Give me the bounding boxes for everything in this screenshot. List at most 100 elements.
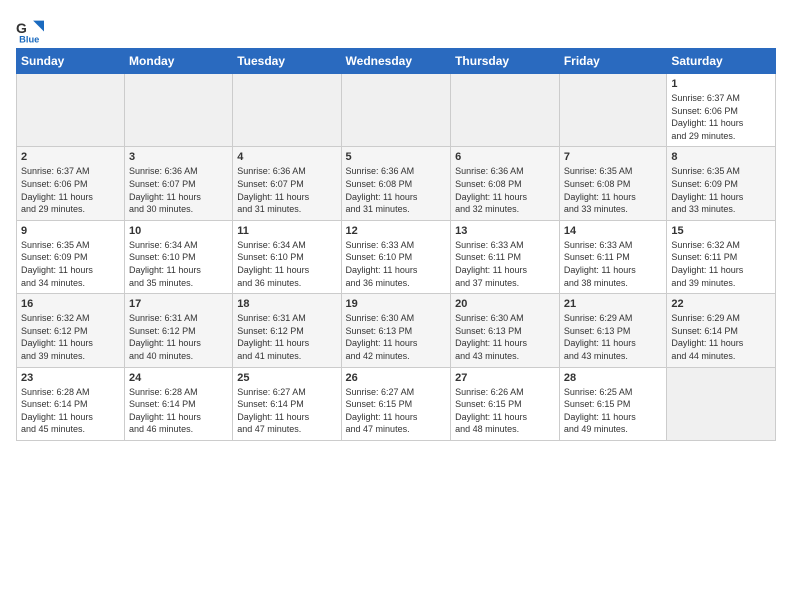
day-info: Sunrise: 6:26 AM Sunset: 6:15 PM Dayligh…	[455, 386, 555, 436]
day-number: 19	[346, 298, 447, 310]
calendar-cell: 28 Sunrise: 6:25 AM Sunset: 6:15 PM Dayli…	[559, 367, 667, 440]
day-info: Sunrise: 6:33 AM Sunset: 6:10 PM Dayligh…	[346, 239, 447, 289]
day-number: 2	[21, 151, 120, 163]
week-row-3: 16 Sunrise: 6:32 AM Sunset: 6:12 PM Dayli…	[17, 294, 776, 367]
day-number: 20	[455, 298, 555, 310]
calendar-cell: 9 Sunrise: 6:35 AM Sunset: 6:09 PM Daylig…	[17, 220, 125, 293]
day-number: 23	[21, 372, 120, 384]
week-row-4: 23 Sunrise: 6:28 AM Sunset: 6:14 PM Dayli…	[17, 367, 776, 440]
calendar-cell: 23 Sunrise: 6:28 AM Sunset: 6:14 PM Dayli…	[17, 367, 125, 440]
weekday-header-wednesday: Wednesday	[341, 49, 451, 74]
day-info: Sunrise: 6:27 AM Sunset: 6:14 PM Dayligh…	[237, 386, 336, 436]
calendar-cell: 22Sunrise: 6:29 AM Sunset: 6:14 PM Dayli…	[667, 294, 776, 367]
calendar-cell: 6 Sunrise: 6:36 AM Sunset: 6:08 PM Daylig…	[451, 147, 560, 220]
calendar-cell	[451, 74, 560, 147]
day-info: Sunrise: 6:31 AM Sunset: 6:12 PM Dayligh…	[237, 312, 336, 362]
day-number: 1	[671, 78, 771, 90]
calendar-cell: 26 Sunrise: 6:27 AM Sunset: 6:15 PM Dayli…	[341, 367, 451, 440]
calendar-table: SundayMondayTuesdayWednesdayThursdayFrid…	[16, 48, 776, 441]
calendar-cell: 25Sunrise: 6:27 AM Sunset: 6:14 PM Dayli…	[233, 367, 341, 440]
calendar-cell: 8 Sunrise: 6:35 AM Sunset: 6:09 PM Daylig…	[667, 147, 776, 220]
calendar-cell: 17 Sunrise: 6:31 AM Sunset: 6:12 PM Dayli…	[125, 294, 233, 367]
calendar-cell: 24 Sunrise: 6:28 AM Sunset: 6:14 PM Dayli…	[125, 367, 233, 440]
day-info: Sunrise: 6:30 AM Sunset: 6:13 PM Dayligh…	[455, 312, 555, 362]
day-number: 7	[564, 151, 663, 163]
day-info: Sunrise: 6:35 AM Sunset: 6:09 PM Dayligh…	[21, 239, 120, 289]
calendar-cell	[233, 74, 341, 147]
day-number: 9	[21, 225, 120, 237]
calendar-cell	[667, 367, 776, 440]
day-info: Sunrise: 6:34 AM Sunset: 6:10 PM Dayligh…	[237, 239, 336, 289]
day-number: 13	[455, 225, 555, 237]
calendar-cell: 21 Sunrise: 6:29 AM Sunset: 6:13 PM Dayli…	[559, 294, 667, 367]
day-info: Sunrise: 6:30 AM Sunset: 6:13 PM Dayligh…	[346, 312, 447, 362]
calendar-cell: 13 Sunrise: 6:33 AM Sunset: 6:11 PM Dayli…	[451, 220, 560, 293]
day-info: Sunrise: 6:31 AM Sunset: 6:12 PM Dayligh…	[129, 312, 228, 362]
calendar-cell	[559, 74, 667, 147]
header: G Blue	[16, 16, 776, 44]
day-number: 12	[346, 225, 447, 237]
calendar-cell: 4 Sunrise: 6:36 AM Sunset: 6:07 PM Daylig…	[233, 147, 341, 220]
day-number: 18	[237, 298, 336, 310]
day-info: Sunrise: 6:28 AM Sunset: 6:14 PM Dayligh…	[129, 386, 228, 436]
day-info: Sunrise: 6:36 AM Sunset: 6:07 PM Dayligh…	[237, 165, 336, 215]
calendar-cell	[125, 74, 233, 147]
day-info: Sunrise: 6:32 AM Sunset: 6:12 PM Dayligh…	[21, 312, 120, 362]
calendar-cell: 19 Sunrise: 6:30 AM Sunset: 6:13 PM Dayli…	[341, 294, 451, 367]
day-info: Sunrise: 6:29 AM Sunset: 6:13 PM Dayligh…	[564, 312, 663, 362]
calendar-cell: 1 Sunrise: 6:37 AM Sunset: 6:06 PM Daylig…	[667, 74, 776, 147]
day-info: Sunrise: 6:28 AM Sunset: 6:14 PM Dayligh…	[21, 386, 120, 436]
day-number: 5	[346, 151, 447, 163]
day-number: 24	[129, 372, 228, 384]
logo: G Blue	[16, 16, 46, 44]
weekday-header-thursday: Thursday	[451, 49, 560, 74]
day-number: 16	[21, 298, 120, 310]
calendar-cell: 20 Sunrise: 6:30 AM Sunset: 6:13 PM Dayli…	[451, 294, 560, 367]
day-info: Sunrise: 6:36 AM Sunset: 6:08 PM Dayligh…	[346, 165, 447, 215]
day-info: Sunrise: 6:27 AM Sunset: 6:15 PM Dayligh…	[346, 386, 447, 436]
week-row-1: 2 Sunrise: 6:37 AM Sunset: 6:06 PM Daylig…	[17, 147, 776, 220]
day-number: 4	[237, 151, 336, 163]
calendar-cell: 16 Sunrise: 6:32 AM Sunset: 6:12 PM Dayli…	[17, 294, 125, 367]
day-info: Sunrise: 6:34 AM Sunset: 6:10 PM Dayligh…	[129, 239, 228, 289]
day-number: 10	[129, 225, 228, 237]
day-number: 11	[237, 225, 336, 237]
weekday-header-saturday: Saturday	[667, 49, 776, 74]
day-number: 8	[671, 151, 771, 163]
calendar-cell	[17, 74, 125, 147]
week-row-0: 1 Sunrise: 6:37 AM Sunset: 6:06 PM Daylig…	[17, 74, 776, 147]
weekday-header-sunday: Sunday	[17, 49, 125, 74]
calendar-cell: 15 Sunrise: 6:32 AM Sunset: 6:11 PM Dayli…	[667, 220, 776, 293]
day-info: Sunrise: 6:32 AM Sunset: 6:11 PM Dayligh…	[671, 239, 771, 289]
day-info: Sunrise: 6:36 AM Sunset: 6:07 PM Dayligh…	[129, 165, 228, 215]
day-info: Sunrise: 6:29 AM Sunset: 6:14 PM Dayligh…	[671, 312, 771, 362]
day-info: Sunrise: 6:33 AM Sunset: 6:11 PM Dayligh…	[455, 239, 555, 289]
day-info: Sunrise: 6:33 AM Sunset: 6:11 PM Dayligh…	[564, 239, 663, 289]
day-number: 15	[671, 225, 771, 237]
day-info: Sunrise: 6:35 AM Sunset: 6:08 PM Dayligh…	[564, 165, 663, 215]
weekday-header-monday: Monday	[125, 49, 233, 74]
logo-icon: G Blue	[16, 16, 44, 44]
day-number: 21	[564, 298, 663, 310]
calendar-cell: 10 Sunrise: 6:34 AM Sunset: 6:10 PM Dayli…	[125, 220, 233, 293]
weekday-header-friday: Friday	[559, 49, 667, 74]
calendar-cell: 18 Sunrise: 6:31 AM Sunset: 6:12 PM Dayli…	[233, 294, 341, 367]
calendar-cell: 3Sunrise: 6:36 AM Sunset: 6:07 PM Daylig…	[125, 147, 233, 220]
day-number: 28	[564, 372, 663, 384]
day-info: Sunrise: 6:36 AM Sunset: 6:08 PM Dayligh…	[455, 165, 555, 215]
weekday-header-tuesday: Tuesday	[233, 49, 341, 74]
day-info: Sunrise: 6:37 AM Sunset: 6:06 PM Dayligh…	[671, 92, 771, 142]
day-info: Sunrise: 6:37 AM Sunset: 6:06 PM Dayligh…	[21, 165, 120, 215]
day-number: 27	[455, 372, 555, 384]
day-number: 6	[455, 151, 555, 163]
calendar-cell: 7 Sunrise: 6:35 AM Sunset: 6:08 PM Daylig…	[559, 147, 667, 220]
week-row-2: 9 Sunrise: 6:35 AM Sunset: 6:09 PM Daylig…	[17, 220, 776, 293]
page: G Blue SundayMondayTuesdayWednesdayThurs…	[0, 0, 792, 451]
calendar-cell: 14Sunrise: 6:33 AM Sunset: 6:11 PM Dayli…	[559, 220, 667, 293]
day-number: 26	[346, 372, 447, 384]
day-info: Sunrise: 6:35 AM Sunset: 6:09 PM Dayligh…	[671, 165, 771, 215]
calendar-cell: 2 Sunrise: 6:37 AM Sunset: 6:06 PM Daylig…	[17, 147, 125, 220]
day-number: 17	[129, 298, 228, 310]
day-info: Sunrise: 6:25 AM Sunset: 6:15 PM Dayligh…	[564, 386, 663, 436]
calendar-cell	[341, 74, 451, 147]
